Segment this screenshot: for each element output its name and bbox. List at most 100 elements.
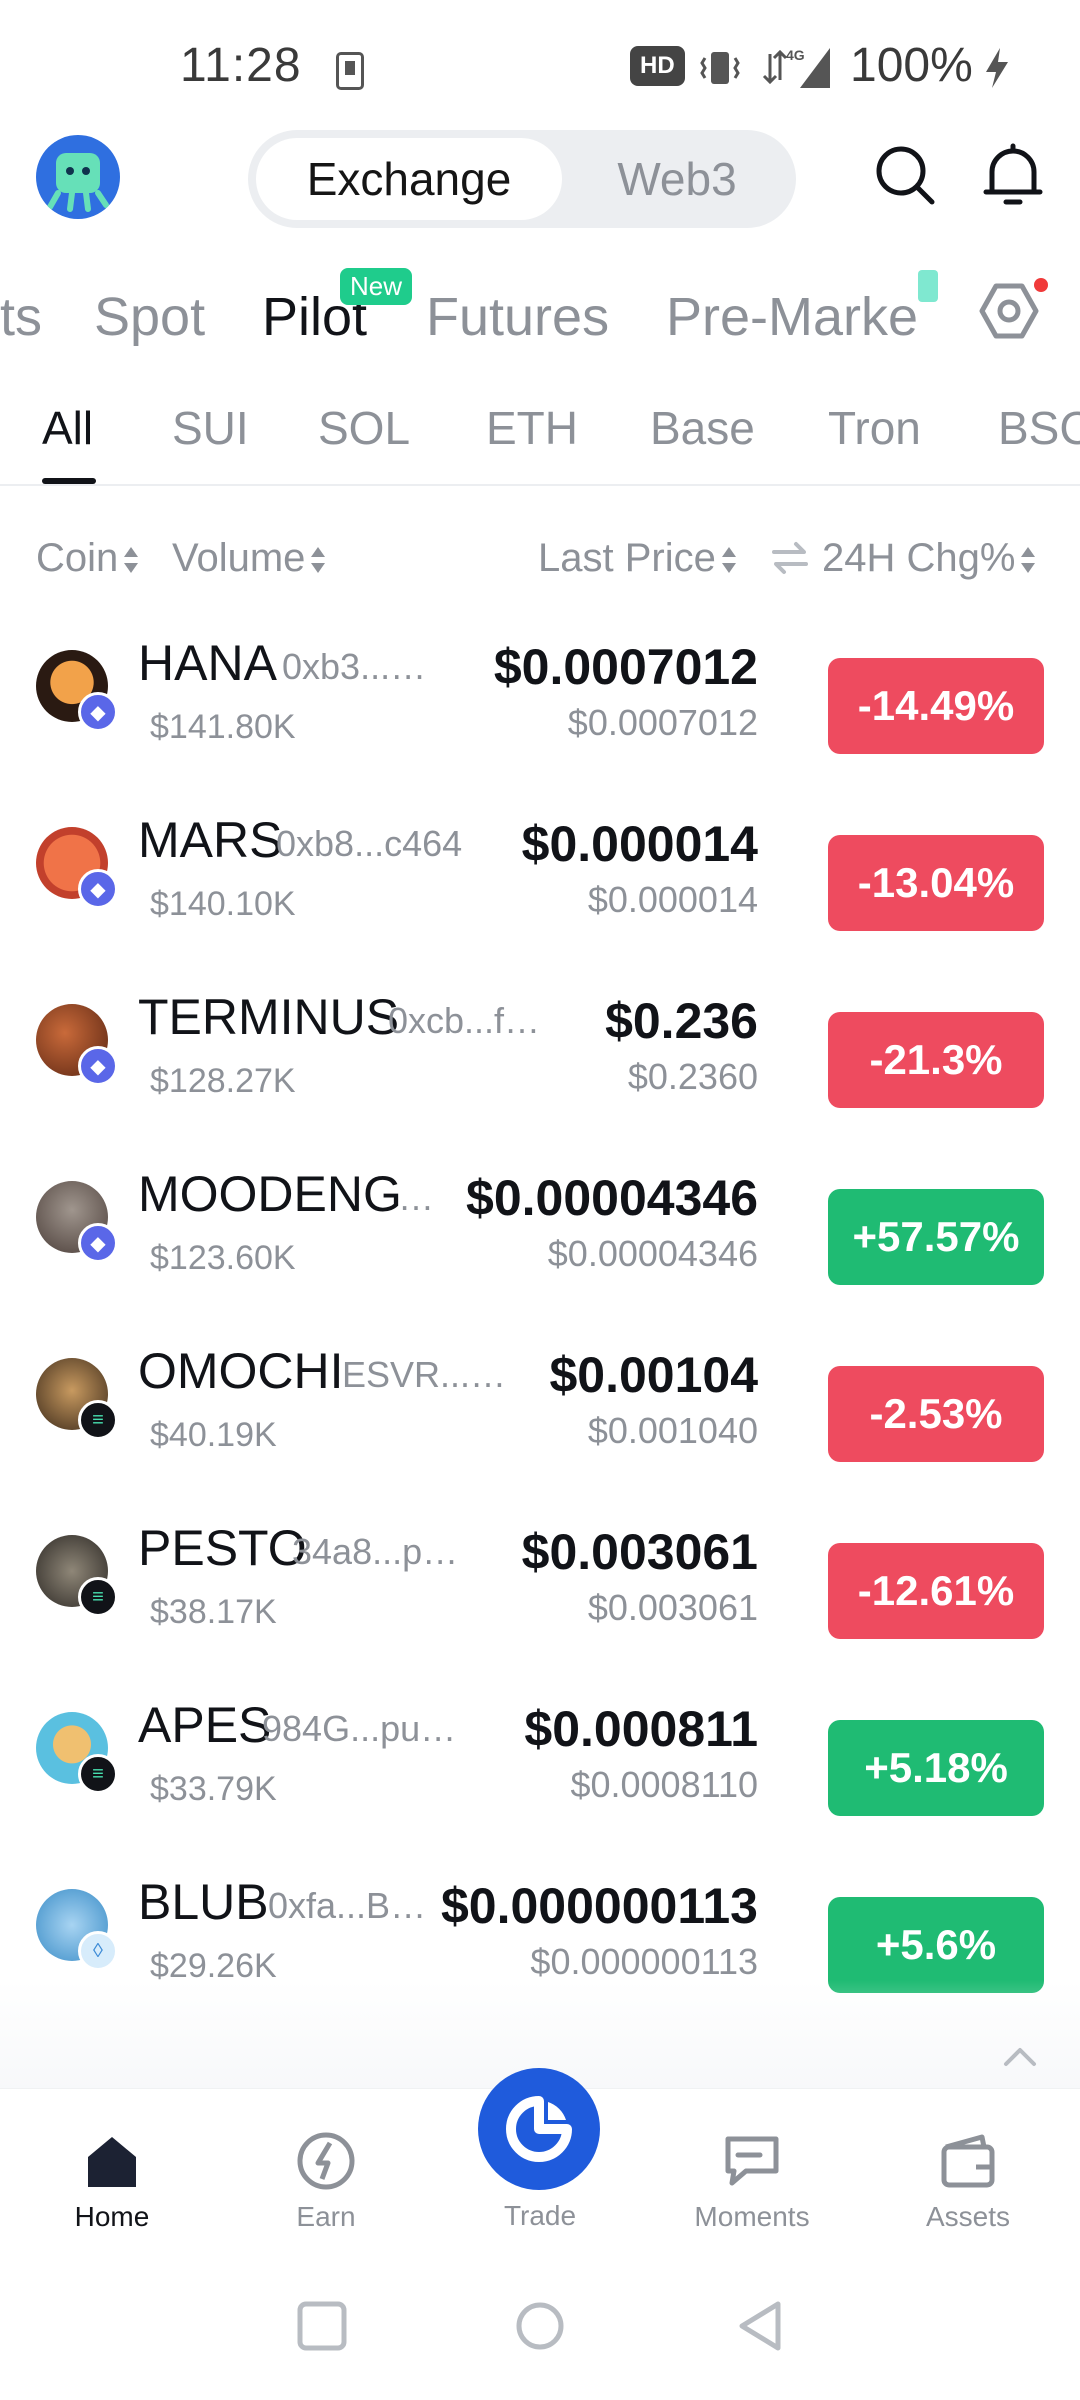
change-badge[interactable]: -14.49% (828, 658, 1044, 754)
nav-home-label: Home (74, 2201, 150, 2232)
token-row[interactable]: ≡ PESTO 34a8...p… $38.17K $0.003061 $0.003061… (0, 1497, 1080, 1674)
chain-eth-icon: ◆ (78, 1223, 118, 1263)
usd-price: $0.00004346 (547, 1233, 758, 1274)
system-nav-bar (0, 2260, 1080, 2400)
coin-volume: $33.79K (150, 1770, 277, 1808)
bell-icon[interactable] (978, 140, 1048, 210)
contract-address: 984G...pu… (262, 1708, 457, 1749)
token-row[interactable]: ≡ OMOCHI ESVR...… $40.19K $0.00104 $0.001040 -… (0, 1320, 1080, 1497)
contract-address: 34a8...p… (292, 1531, 459, 1572)
trade-button[interactable] (478, 2068, 600, 2190)
sort-icon (124, 545, 139, 575)
wallet-icon (941, 2134, 995, 2188)
moments-icon (725, 2136, 779, 2186)
last-price: $0.00104 (549, 1347, 758, 1403)
trade-icon (506, 2096, 572, 2162)
contract-address: 0xcb...f… (388, 1000, 541, 1041)
col-change-label: 24H Chg% (822, 536, 1016, 580)
chain-sol-icon: ≡ (78, 1577, 118, 1617)
toggle-exchange[interactable]: Exchange (256, 138, 562, 220)
change-badge[interactable]: -2.53% (828, 1366, 1044, 1462)
download-notification-icon (336, 52, 364, 90)
tab-ts[interactable]: ts (0, 272, 42, 362)
token-row[interactable]: ◆ HANA 0xb3...… $141.80K $0.0007012 $0.000701… (0, 612, 1080, 789)
recents-icon[interactable] (296, 2300, 348, 2352)
nav-assets[interactable]: Assets (868, 2089, 1068, 2233)
coin-symbol: APES (138, 1697, 272, 1753)
usd-price: $0.003061 (587, 1587, 758, 1628)
chain-tab-base[interactable]: Base (650, 392, 755, 464)
token-row[interactable]: ≡ APES 984G...pu… $33.79K $0.000811 $0.000811… (0, 1674, 1080, 1851)
last-price: $0.236 (605, 993, 758, 1049)
chain-tab-sol[interactable]: SOL (318, 392, 410, 464)
nav-home[interactable]: Home (12, 2089, 212, 2233)
last-price: $0.000811 (524, 1701, 758, 1757)
scroll-top-icon[interactable] (1002, 2040, 1038, 2076)
coin-symbol: BLUB (138, 1874, 269, 1930)
tab-spot[interactable]: Spot (94, 272, 205, 362)
sort-24h-change[interactable]: 24H Chg% (822, 530, 1036, 586)
last-price: $0.0007012 (493, 639, 758, 695)
chain-tab-tron[interactable]: Tron (828, 392, 921, 464)
token-row[interactable]: ◆ TERMINUS 0xcb...f… $128.27K $0.236 $0.2360 -… (0, 966, 1080, 1143)
sort-coin[interactable]: Coin (36, 530, 139, 586)
usd-price: $0.001040 (587, 1410, 758, 1451)
tab-settings-icon[interactable] (976, 278, 1042, 344)
token-row[interactable]: ◆ MARS 0xb8...c464 $140.10K $0.000014 $0.0000… (0, 789, 1080, 966)
last-price: $0.000000113 (440, 1878, 758, 1934)
toggle-web3[interactable]: Web3 (566, 138, 788, 220)
sort-last-price[interactable]: Last Price (538, 530, 736, 586)
last-price: $0.00004346 (466, 1170, 758, 1226)
change-badge[interactable]: +57.57% (828, 1189, 1044, 1285)
change-badge[interactable]: +5.6% (828, 1897, 1044, 1993)
sort-icon (311, 545, 326, 575)
exchange-web3-toggle[interactable]: Exchange Web3 (248, 130, 796, 228)
coin-symbol: MARS (138, 812, 283, 868)
coin-volume: $40.19K (150, 1416, 277, 1454)
usd-price: $0.0007012 (567, 702, 758, 743)
chain-sui-icon: ◊ (78, 1931, 118, 1971)
token-row[interactable]: ◆ MOODENG… $123.60K $0.00004346 $0.00004346 +… (0, 1143, 1080, 1320)
change-badge[interactable]: +5.18% (828, 1720, 1044, 1816)
last-price: $0.000014 (521, 816, 758, 872)
profile-avatar[interactable] (36, 135, 120, 219)
home-circle-icon[interactable] (514, 2300, 566, 2352)
change-badge[interactable]: -13.04% (828, 835, 1044, 931)
contract-address: … (398, 1177, 434, 1218)
change-badge[interactable]: -12.61% (828, 1543, 1044, 1639)
search-icon[interactable] (870, 140, 940, 210)
chain-tab-bsc[interactable]: BSC (998, 392, 1080, 464)
nav-moments[interactable]: Moments (652, 2089, 852, 2233)
chain-filter-tabs: All SUI SOL ETH Base Tron BSC (0, 392, 1080, 482)
avatar-mascot-icon (47, 153, 109, 212)
coin-symbol: TERMINUS (138, 989, 400, 1045)
chain-eth-icon: ◆ (78, 1046, 118, 1086)
hd-badge: HD (630, 46, 685, 86)
chain-tab-sui[interactable]: SUI (172, 392, 249, 464)
battery-percent: 100% (850, 39, 973, 92)
chain-tab-eth[interactable]: ETH (486, 392, 578, 464)
vibrate-icon (700, 52, 740, 84)
divider (0, 484, 1080, 486)
charging-icon (986, 48, 1008, 88)
contract-address: ESVR...… (342, 1354, 507, 1395)
tab-futures[interactable]: Futures (426, 272, 609, 362)
coin-volume: $38.17K (150, 1593, 277, 1631)
tab-pre-market[interactable]: Pre-Marke (666, 272, 918, 362)
notification-dot (1034, 278, 1048, 292)
change-badge[interactable]: -21.3% (828, 1012, 1044, 1108)
contract-address: 0xb3...… (282, 646, 427, 687)
swap-columns-icon[interactable] (770, 538, 810, 578)
chain-tab-all[interactable]: All (42, 392, 93, 464)
usd-price: $0.000014 (587, 879, 758, 920)
home-icon (88, 2137, 136, 2187)
back-icon[interactable] (734, 2300, 786, 2352)
chain-eth-icon: ◆ (78, 869, 118, 909)
new-badge: New (340, 268, 413, 305)
nav-earn[interactable]: Earn (226, 2089, 426, 2233)
coin-volume: $128.27K (150, 1062, 296, 1100)
sort-volume[interactable]: Volume (172, 530, 326, 586)
nav-assets-label: Assets (925, 2201, 1011, 2232)
coin-symbol: PESTO (138, 1520, 307, 1576)
earn-icon (297, 2132, 355, 2190)
